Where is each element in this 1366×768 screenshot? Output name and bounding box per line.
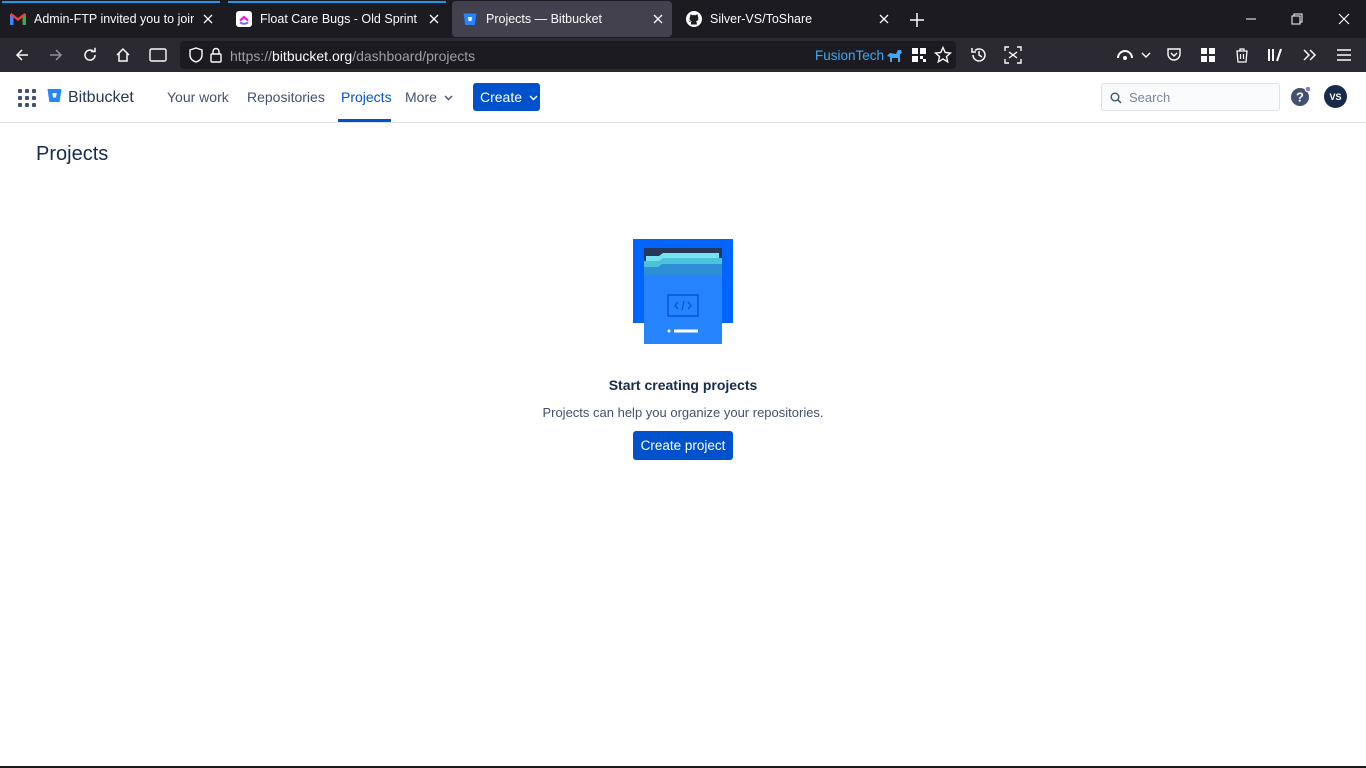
container-dog-icon [883, 44, 907, 68]
clickup-icon [236, 11, 252, 27]
search-input[interactable]: Search [1101, 83, 1280, 111]
chevron-down-icon [529, 93, 538, 102]
nav-projects[interactable]: Projects [341, 89, 392, 105]
empty-state-title: Start creating projects [608, 377, 758, 393]
tab-title: Silver-VS/ToShare [710, 12, 813, 26]
trash-icon[interactable] [1230, 43, 1254, 67]
library-icon[interactable] [1264, 43, 1288, 67]
close-icon[interactable] [198, 9, 218, 29]
new-tab-icon[interactable] [906, 9, 928, 31]
url-path: /dashboard/projects [352, 48, 476, 64]
hamburger-menu-icon[interactable] [1332, 43, 1356, 67]
container-label[interactable]: FusionTech [815, 48, 884, 63]
restore-icon[interactable] [1286, 8, 1308, 30]
close-icon[interactable] [874, 9, 894, 29]
back-icon[interactable] [10, 43, 34, 67]
empty-state-description: Projects can help you organize your repo… [542, 405, 824, 420]
active-nav-indicator [338, 119, 391, 122]
github-icon [686, 11, 702, 27]
search-icon [1110, 91, 1122, 109]
app-switcher-icon[interactable] [18, 89, 36, 107]
url-scheme: https:// [230, 48, 273, 64]
svg-text:?: ? [1296, 90, 1304, 105]
bookmark-star-icon[interactable] [931, 43, 955, 67]
app-top-nav: Bitbucket Your work Repositories Project… [0, 72, 1366, 123]
url-text[interactable]: https://bitbucket.org/dashboard/projects [230, 48, 475, 64]
bitbucket-icon [462, 11, 478, 27]
pocket-icon[interactable] [1162, 43, 1186, 67]
brand-name: Bitbucket [68, 89, 134, 106]
nav-more[interactable]: More [405, 89, 453, 105]
search-placeholder: Search [1129, 90, 1171, 105]
qr-code-icon[interactable] [907, 43, 931, 67]
browser-toolbar: https://bitbucket.org/dashboard/projects… [0, 38, 1366, 72]
create-project-button[interactable]: Create project [633, 431, 733, 460]
close-icon[interactable] [648, 9, 668, 29]
history-icon[interactable] [967, 43, 991, 67]
minimize-icon[interactable] [1240, 8, 1262, 30]
sync-icon[interactable] [1113, 43, 1137, 67]
avatar[interactable]: VS [1324, 85, 1347, 108]
browser-tab-clickup[interactable]: Float Care Bugs - Old Sprint | Fl [226, 1, 448, 37]
bitbucket-logo[interactable]: Bitbucket [47, 88, 134, 108]
overflow-chevrons-icon[interactable] [1298, 43, 1322, 67]
tab-accent [2, 1, 220, 3]
close-icon[interactable] [424, 9, 444, 29]
nav-more-label: More [405, 89, 437, 105]
tab-title: Projects — Bitbucket [486, 12, 603, 26]
create-button[interactable]: Create [473, 83, 540, 111]
bitbucket-icon [47, 88, 62, 108]
browser-tab-gmail[interactable]: Admin-FTP invited you to join t [0, 1, 222, 37]
nav-your-work[interactable]: Your work [167, 89, 229, 105]
home-icon[interactable] [111, 43, 135, 67]
folder-code-illustration [633, 239, 733, 344]
gmail-icon [10, 11, 26, 27]
forward-icon[interactable] [44, 43, 68, 67]
lock-icon[interactable] [204, 43, 228, 67]
chevron-down-icon[interactable] [1137, 43, 1155, 67]
tab-accent [228, 1, 446, 3]
browser-tab-bar: Admin-FTP invited you to join t Float Ca… [0, 0, 1366, 38]
chevron-down-icon [444, 93, 453, 102]
extensions-grid-icon[interactable] [1196, 43, 1220, 67]
url-host: bitbucket.org [272, 48, 353, 64]
tab-title: Admin-FTP invited you to join t [34, 12, 194, 26]
url-bar[interactable]: https://bitbucket.org/dashboard/projects… [180, 41, 956, 69]
tab-title: Float Care Bugs - Old Sprint | Fl [260, 12, 420, 26]
browser-tab-github[interactable]: Silver-VS/ToShare [676, 1, 898, 37]
reload-icon[interactable] [78, 43, 102, 67]
reader-view-icon[interactable] [146, 43, 170, 67]
screenshot-icon[interactable] [1001, 43, 1025, 67]
nav-repositories[interactable]: Repositories [247, 89, 325, 105]
close-window-icon[interactable] [1333, 8, 1355, 30]
browser-tab-bitbucket[interactable]: Projects — Bitbucket [452, 1, 672, 37]
create-button-label: Create [480, 89, 523, 105]
help-icon[interactable]: ? [1290, 85, 1312, 107]
page-title: Projects [36, 143, 109, 165]
